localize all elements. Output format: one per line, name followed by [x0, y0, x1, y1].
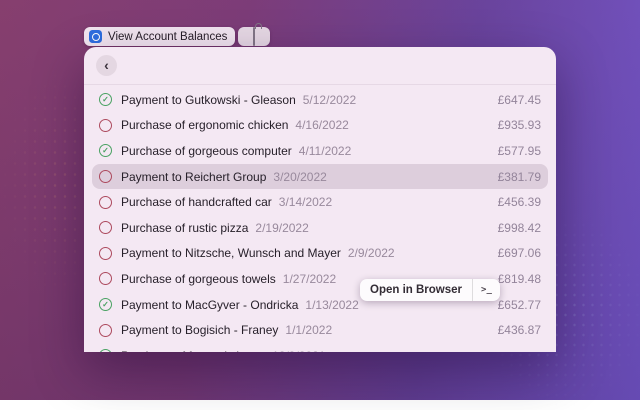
command-pill-label: View Account Balances — [108, 31, 227, 43]
transaction-row[interactable]: Payment to Nitzsche, Wunsch and Mayer 2/… — [92, 241, 548, 267]
transaction-date: 4/16/2022 — [295, 118, 348, 132]
extension-app-icon — [89, 30, 102, 43]
transaction-amount: £697.06 — [498, 246, 541, 260]
transaction-date: 1/1/2022 — [285, 323, 332, 337]
transaction-list: ✓ Payment to Gutkowski - Gleason 5/12/20… — [84, 85, 556, 352]
transaction-row[interactable]: ✓ Payment to Gutkowski - Gleason 5/12/20… — [92, 87, 548, 113]
transaction-amount: £647.45 — [498, 93, 541, 107]
transaction-date: 12/9/2021 — [272, 349, 325, 352]
transaction-row[interactable]: Payment to Reichert Group 3/20/2022 £381… — [92, 164, 548, 190]
transaction-title: Purchase of fantastic jeans — [121, 349, 265, 352]
transaction-date: 5/12/2022 — [303, 93, 356, 107]
back-chevron-icon: ‹ — [104, 58, 109, 72]
floating-toolbar: Open in Browser >_ — [360, 279, 500, 301]
transaction-title: Purchase of rustic pizza — [121, 221, 248, 235]
transaction-title: Purchase of ergonomic chicken — [121, 118, 288, 132]
account-balances-window: ‹ ✓ Payment to Gutkowski - Gleason 5/12/… — [84, 47, 556, 352]
transaction-amount: £381.79 — [498, 170, 541, 184]
transaction-row[interactable]: Purchase of handcrafted car 3/14/2022 £4… — [92, 189, 548, 215]
transaction-date: 2/9/2022 — [348, 246, 395, 260]
transaction-date: 2/19/2022 — [255, 221, 308, 235]
launcher-command-pill: View Account Balances — [84, 27, 270, 46]
transaction-title: Payment to Reichert Group — [121, 170, 266, 184]
back-button[interactable]: ‹ — [96, 55, 117, 76]
status-paid-icon: ✓ — [99, 144, 112, 157]
status-unpaid-icon — [99, 119, 112, 132]
transaction-row[interactable]: ✓ Purchase of fantastic jeans 12/9/2021 — [92, 343, 548, 352]
status-paid-icon: ✓ — [99, 349, 112, 352]
transaction-row[interactable]: ✓ Purchase of gorgeous computer 4/11/202… — [92, 138, 548, 164]
transaction-amount: £998.42 — [498, 221, 541, 235]
transaction-title: Payment to Nitzsche, Wunsch and Mayer — [121, 246, 341, 260]
transaction-amount: £652.77 — [498, 298, 541, 312]
transaction-date: 3/20/2022 — [273, 170, 326, 184]
status-unpaid-icon — [99, 324, 112, 337]
open-in-browser-button[interactable]: Open in Browser — [360, 279, 472, 301]
window-header: ‹ — [84, 47, 556, 85]
transaction-title: Payment to Bogisich - Franey — [121, 323, 278, 337]
transaction-row[interactable]: Purchase of rustic pizza 2/19/2022 £998.… — [92, 215, 548, 241]
transaction-date: 3/14/2022 — [279, 195, 332, 209]
lock-icon — [253, 28, 255, 46]
terminal-button[interactable]: >_ — [472, 279, 500, 301]
transaction-date: 1/27/2022 — [283, 272, 336, 286]
command-pill[interactable]: View Account Balances — [84, 27, 235, 46]
status-unpaid-icon — [99, 170, 112, 183]
transaction-title: Purchase of handcrafted car — [121, 195, 272, 209]
transaction-amount: £577.95 — [498, 144, 541, 158]
transaction-title: Payment to MacGyver - Ondricka — [121, 298, 298, 312]
status-paid-icon: ✓ — [99, 298, 112, 311]
transaction-date: 4/11/2022 — [299, 144, 352, 158]
transaction-date: 1/13/2022 — [305, 298, 358, 312]
status-unpaid-icon — [99, 272, 112, 285]
transaction-row[interactable]: Payment to Bogisich - Franey 1/1/2022 £4… — [92, 317, 548, 343]
status-unpaid-icon — [99, 247, 112, 260]
status-paid-icon: ✓ — [99, 93, 112, 106]
transaction-title: Purchase of gorgeous computer — [121, 144, 292, 158]
lock-chip[interactable] — [238, 27, 270, 46]
status-unpaid-icon — [99, 221, 112, 234]
terminal-icon: >_ — [481, 285, 492, 295]
transaction-title: Payment to Gutkowski - Gleason — [121, 93, 296, 107]
transaction-row[interactable]: Purchase of ergonomic chicken 4/16/2022 … — [92, 113, 548, 139]
transaction-amount: £436.87 — [498, 323, 541, 337]
transaction-amount: £819.48 — [498, 272, 541, 286]
transaction-title: Purchase of gorgeous towels — [121, 272, 276, 286]
status-unpaid-icon — [99, 196, 112, 209]
transaction-amount: £456.39 — [498, 195, 541, 209]
transaction-amount: £935.93 — [498, 118, 541, 132]
